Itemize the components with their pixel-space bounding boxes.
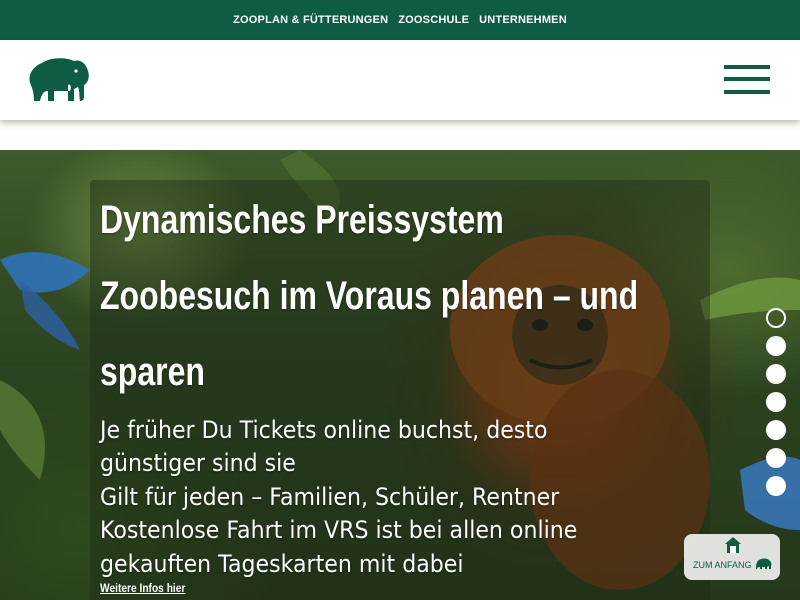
nav-link-zooschule[interactable]: ZOOSCHULE	[398, 14, 469, 26]
hero-text-line-3: Gilt für jeden – Familien, Schüler, Rent…	[100, 483, 560, 511]
slider-dot-2[interactable]	[766, 336, 786, 356]
nav-link-zooplan[interactable]: ZOOPLAN & FÜTTERUNGEN	[233, 14, 388, 26]
hamburger-menu-icon[interactable]	[724, 62, 772, 96]
hero-text-line-5: gekauften Tageskarten mit dabei	[100, 550, 464, 578]
site-header	[0, 40, 800, 120]
header-spacer	[0, 120, 800, 150]
slider-dot-5[interactable]	[766, 420, 786, 440]
slider-dot-4[interactable]	[766, 392, 786, 412]
back-to-top-button[interactable]: ZUM ANFANG	[684, 534, 780, 580]
top-navigation: ZOOPLAN & FÜTTERUNGEN ZOOSCHULE UNTERNEH…	[0, 0, 800, 40]
hero-text-line-1: Je früher Du Tickets online buchst, dest…	[100, 416, 548, 444]
hero-title-line-1: Dynamisches Preissystem	[100, 198, 504, 242]
slider-dot-1[interactable]	[766, 308, 786, 328]
slider-dot-3[interactable]	[766, 364, 786, 384]
slider-dot-7[interactable]	[766, 476, 786, 496]
hero-title-line-3: sparen	[100, 350, 205, 394]
back-to-top-label: ZUM ANFANG	[693, 560, 752, 570]
hero-title-line-2: Zoobesuch im Voraus planen – und	[100, 274, 639, 318]
hero-slider: Dynamisches Preissystem Zoobesuch im Vor…	[0, 150, 800, 600]
hero-text-line-4: Kostenlose Fahrt im VRS ist bei allen on…	[100, 516, 578, 544]
house-icon	[725, 537, 741, 553]
elephant-logo-icon[interactable]	[28, 57, 92, 103]
nav-link-unternehmen[interactable]: UNTERNEHMEN	[479, 14, 567, 26]
more-info-link[interactable]: Weitere Infos hier	[100, 581, 185, 595]
slider-dot-6[interactable]	[766, 448, 786, 468]
hero-text-line-2: günstiger sind sie	[100, 449, 296, 477]
elephant-small-icon	[756, 558, 772, 569]
